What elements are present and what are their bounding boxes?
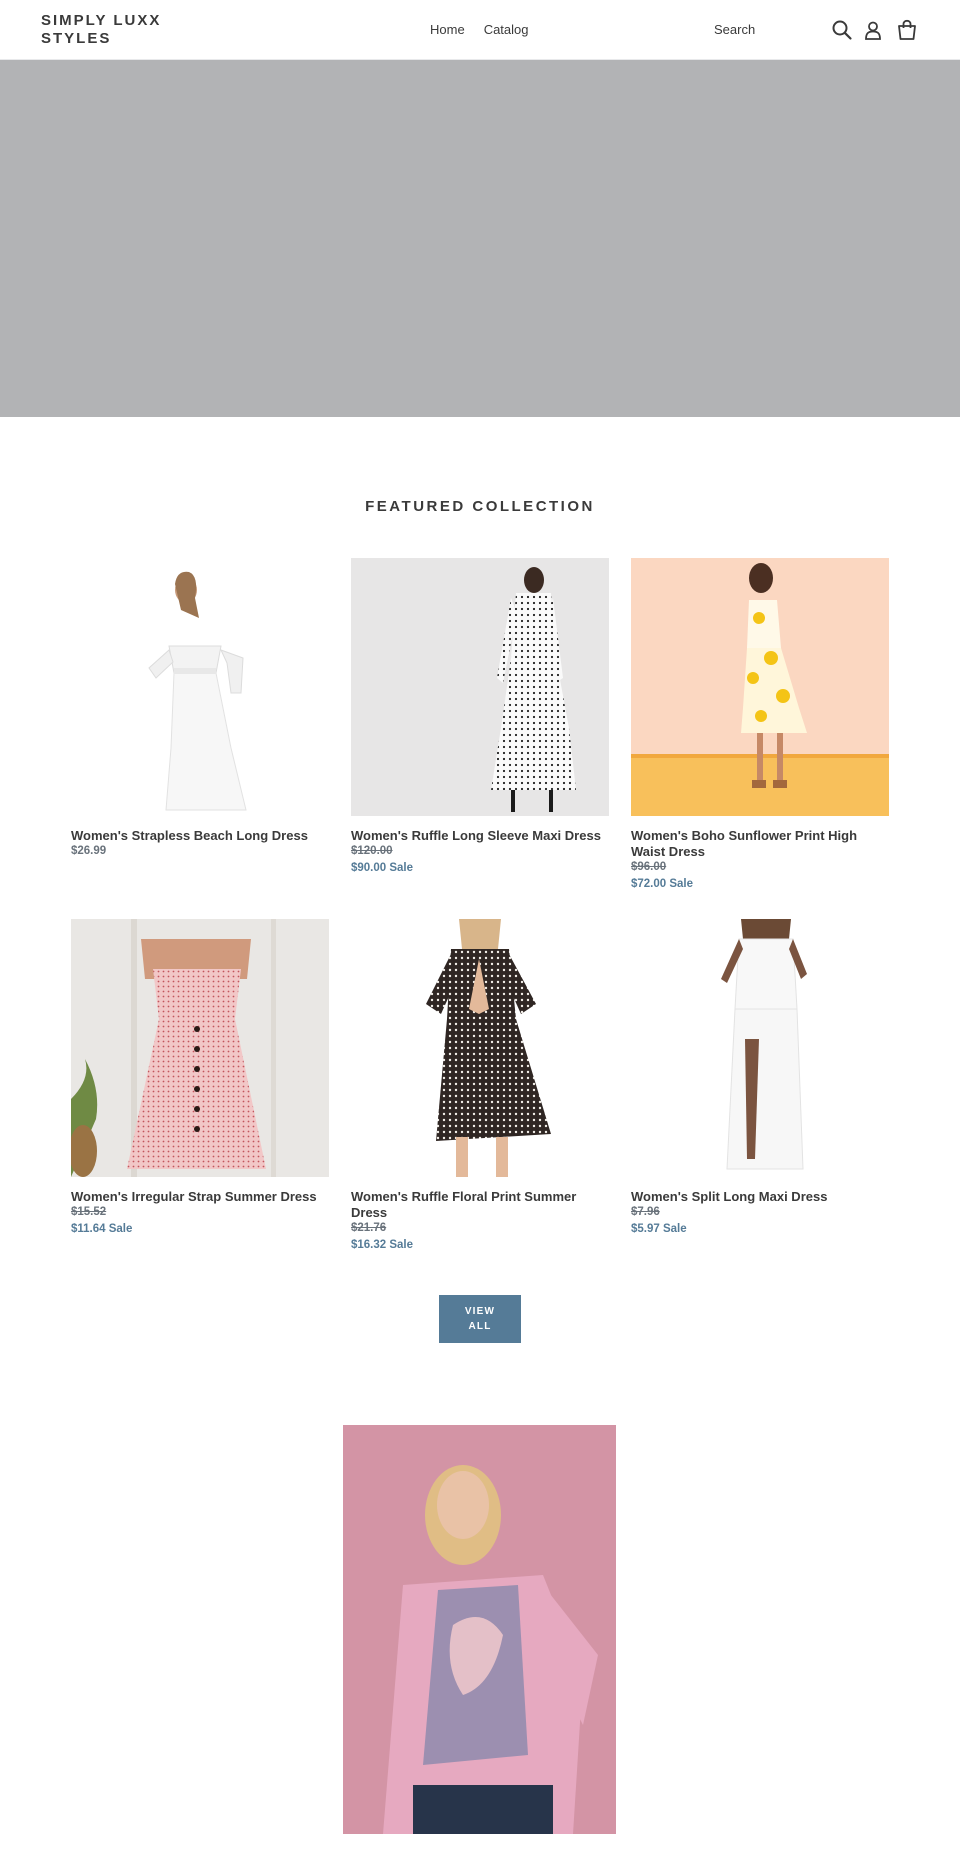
promo-image bbox=[343, 1425, 616, 1834]
hero-banner bbox=[0, 60, 960, 417]
product-sale-price: $90.00 Sale bbox=[351, 862, 414, 874]
search-input[interactable]: Search bbox=[714, 22, 755, 37]
product-sale-price: $5.97 Sale bbox=[631, 1223, 687, 1235]
product-card[interactable]: Women's Irregular Strap Summer Dress $15… bbox=[71, 919, 329, 1238]
product-original-price: $120.00 bbox=[351, 845, 393, 857]
product-price: $26.99 bbox=[71, 845, 107, 857]
product-original-price: $21.76 bbox=[351, 1222, 387, 1234]
product-original-price: $7.96 bbox=[631, 1206, 660, 1218]
search-icon[interactable] bbox=[831, 19, 853, 41]
product-title[interactable]: Women's Ruffle Floral Print Summer Dress bbox=[351, 1189, 609, 1221]
cart-icon[interactable] bbox=[896, 19, 918, 41]
product-image[interactable] bbox=[351, 919, 609, 1177]
product-card[interactable]: Women's Ruffle Long Sleeve Maxi Dress $1… bbox=[351, 558, 609, 877]
site-logo[interactable]: SIMPLY LUXX STYLES bbox=[41, 12, 191, 48]
featured-collection-title: FEATURED COLLECTION bbox=[365, 498, 595, 515]
product-title[interactable]: Women's Strapless Beach Long Dress bbox=[71, 828, 329, 844]
product-card[interactable]: Women's Boho Sunflower Print High Waist … bbox=[631, 558, 889, 893]
account-icon[interactable] bbox=[862, 19, 884, 41]
product-sale-price: $16.32 Sale bbox=[351, 1239, 414, 1251]
view-all-button[interactable]: VIEW ALL bbox=[439, 1295, 521, 1343]
product-image[interactable] bbox=[71, 558, 329, 816]
product-card[interactable]: Women's Strapless Beach Long Dress $26.9… bbox=[71, 558, 329, 859]
product-image[interactable] bbox=[71, 919, 329, 1177]
product-sale-price: $72.00 Sale bbox=[631, 878, 694, 890]
product-card[interactable]: Women's Split Long Maxi Dress $7.96 $5.9… bbox=[631, 919, 889, 1238]
product-image[interactable] bbox=[631, 919, 889, 1177]
product-image[interactable] bbox=[351, 558, 609, 816]
product-title[interactable]: Women's Ruffle Long Sleeve Maxi Dress bbox=[351, 828, 609, 844]
product-original-price: $15.52 bbox=[71, 1206, 107, 1218]
nav-home[interactable]: Home bbox=[430, 22, 465, 37]
product-sale-price: $11.64 Sale bbox=[71, 1223, 133, 1235]
product-title[interactable]: Women's Boho Sunflower Print High Waist … bbox=[631, 828, 889, 860]
product-image[interactable] bbox=[631, 558, 889, 816]
main-nav: Home Catalog bbox=[430, 22, 529, 37]
product-original-price: $96.00 bbox=[631, 861, 667, 873]
nav-catalog[interactable]: Catalog bbox=[484, 22, 529, 37]
product-title[interactable]: Women's Irregular Strap Summer Dress bbox=[71, 1189, 329, 1205]
product-card[interactable]: Women's Ruffle Floral Print Summer Dress… bbox=[351, 919, 609, 1254]
site-header: SIMPLY LUXX STYLES Home Catalog Search bbox=[0, 0, 960, 60]
product-title[interactable]: Women's Split Long Maxi Dress bbox=[631, 1189, 889, 1205]
